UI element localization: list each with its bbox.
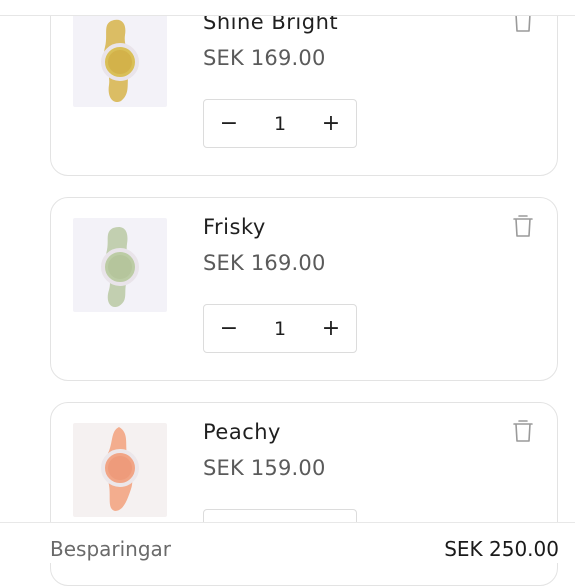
product-price: SEK 159.00 — [203, 456, 326, 480]
product-thumbnail[interactable] — [73, 218, 167, 312]
plus-icon: + — [321, 111, 341, 136]
remove-item-button[interactable] — [513, 214, 533, 238]
product-name: Frisky — [203, 215, 266, 239]
swatch-image — [101, 19, 139, 103]
trash-icon — [513, 215, 533, 237]
decrease-quantity-button[interactable]: − — [204, 305, 254, 352]
cart-item: Shine Bright SEK 169.00 − 1 + — [50, 0, 558, 176]
product-price: SEK 169.00 — [203, 46, 326, 70]
quantity-value: 1 — [273, 112, 287, 135]
increase-quantity-button[interactable]: + — [306, 305, 356, 352]
minus-icon: − — [219, 316, 239, 341]
quantity-value: 1 — [273, 317, 287, 340]
header-edge — [0, 0, 575, 16]
product-name: Peachy — [203, 420, 281, 444]
product-thumbnail[interactable] — [73, 423, 167, 517]
swatch-image — [101, 226, 139, 308]
minus-icon: − — [219, 111, 239, 136]
quantity-stepper: − 1 + — [203, 99, 357, 148]
product-thumbnail[interactable] — [73, 13, 167, 107]
product-price: SEK 169.00 — [203, 251, 326, 275]
savings-value: SEK 250.00 — [444, 537, 559, 561]
savings-label: Besparingar — [50, 537, 172, 561]
decrease-quantity-button[interactable]: − — [204, 100, 254, 147]
plus-icon: + — [321, 316, 341, 341]
increase-quantity-button[interactable]: + — [306, 100, 356, 147]
order-summary-bar: Besparingar SEK 250.00 — [0, 522, 575, 563]
remove-item-button[interactable] — [513, 419, 533, 443]
swatch-image — [101, 427, 139, 511]
cart-item: Frisky SEK 169.00 − 1 + — [50, 197, 558, 381]
trash-icon — [513, 420, 533, 442]
quantity-stepper: − 1 + — [203, 304, 357, 353]
cart-list[interactable]: Shine Bright SEK 169.00 − 1 + Frisky SEK… — [0, 0, 575, 586]
